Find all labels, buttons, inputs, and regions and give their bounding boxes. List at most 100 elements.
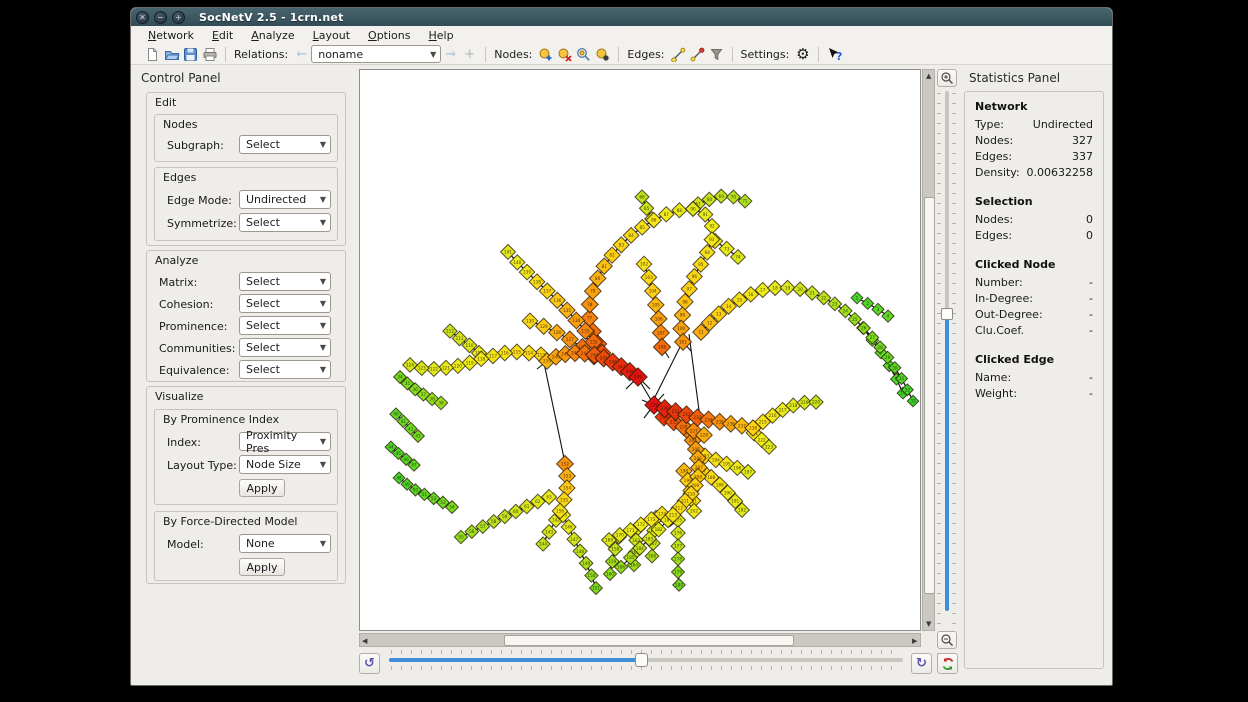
prominence-combobox[interactable]: Select▼ (239, 316, 331, 335)
index-combobox-value: Proximity Pres (246, 429, 314, 455)
menu-help[interactable]: Help (419, 28, 462, 43)
model-combobox-value: None (246, 537, 275, 550)
svg-text:30: 30 (892, 365, 898, 370)
print-icon[interactable] (201, 46, 218, 63)
stat-row-indegree: In-Degree:- (975, 291, 1093, 307)
whats-this-icon[interactable]: ? (826, 46, 843, 63)
minimize-icon[interactable]: − (154, 11, 167, 24)
svg-text:194: 194 (712, 458, 720, 463)
svg-text:158: 158 (611, 547, 619, 552)
remove-node-icon[interactable] (556, 46, 573, 63)
layout-type-combobox[interactable]: Node Size▼ (239, 455, 331, 474)
new-file-icon[interactable] (144, 46, 161, 63)
rotate-left-button[interactable]: ↺ (359, 653, 380, 674)
relations-combobox[interactable]: noname ▼ (311, 45, 441, 63)
maximize-icon[interactable]: + (172, 11, 185, 24)
svg-text:70: 70 (731, 195, 737, 200)
vertical-scrollbar[interactable]: ▲ ▼ (922, 69, 935, 631)
svg-text:155: 155 (560, 497, 568, 502)
title-bar[interactable]: ✕ − + SocNetV 2.5 - 1crn.net (131, 8, 1112, 27)
edit-header: Edit (155, 96, 176, 109)
settings-gear-icon[interactable]: ⚙ (794, 46, 811, 63)
scroll-up-icon[interactable]: ▲ (926, 71, 931, 81)
network-canvas[interactable]: 1234567891011121314151617181920212223242… (359, 69, 921, 631)
cohesion-combobox[interactable]: Select▼ (239, 294, 331, 313)
vertical-scrollbar-thumb[interactable] (924, 197, 935, 594)
equivalence-combobox[interactable]: Select▼ (239, 360, 331, 379)
symmetrize-combobox[interactable]: Select▼ (239, 213, 331, 232)
model-combobox[interactable]: None▼ (239, 534, 331, 553)
svg-text:159: 159 (608, 559, 616, 564)
svg-text:119: 119 (466, 360, 474, 365)
svg-text:78: 78 (587, 302, 593, 307)
svg-text:13: 13 (716, 312, 722, 317)
index-combobox[interactable]: Proximity Pres▼ (239, 432, 331, 451)
horizontal-scrollbar-thumb[interactable] (504, 635, 794, 646)
svg-text:148: 148 (576, 549, 584, 554)
svg-text:93: 93 (709, 237, 715, 242)
rotation-slider-handle[interactable] (635, 653, 648, 667)
svg-text:215: 215 (759, 419, 767, 424)
menu-analyze[interactable]: Analyze (242, 28, 303, 43)
prominence-apply-button[interactable]: Apply (239, 479, 285, 497)
open-file-icon[interactable] (163, 46, 180, 63)
relayout-button[interactable] (937, 653, 958, 674)
edge-mode-combobox[interactable]: Undirected▼ (239, 190, 331, 209)
svg-text:238: 238 (749, 426, 757, 431)
previous-relation-icon[interactable]: ← (293, 46, 310, 63)
menu-layout[interactable]: Layout (304, 28, 359, 43)
svg-text:46: 46 (403, 457, 409, 462)
svg-text:37: 37 (421, 392, 427, 397)
chevron-down-icon: ▼ (320, 437, 326, 446)
svg-text:220: 220 (812, 400, 820, 405)
add-edge-icon[interactable] (670, 46, 687, 63)
edges-groupbox: Edges Edge Mode: Undirected▼ Symmetrize:… (154, 167, 338, 241)
svg-text:94: 94 (705, 250, 711, 255)
close-icon[interactable]: ✕ (136, 11, 149, 24)
svg-text:43: 43 (415, 434, 421, 439)
zoom-out-button[interactable] (937, 631, 957, 649)
rotate-right-button[interactable]: ↻ (911, 653, 932, 674)
scroll-left-icon[interactable]: ◀ (362, 636, 367, 646)
stat-row-nodes: Nodes:327 (975, 133, 1093, 149)
subgraph-combobox[interactable]: Select▼ (239, 135, 331, 154)
subgraph-combobox-value: Select (246, 138, 280, 151)
cohesion-combobox-value: Select (246, 297, 280, 310)
svg-text:24: 24 (843, 309, 849, 314)
svg-text:60: 60 (513, 509, 519, 514)
force-apply-button[interactable]: Apply (239, 558, 285, 576)
svg-text:143: 143 (545, 529, 553, 534)
svg-text:77: 77 (587, 316, 593, 321)
matrix-combobox[interactable]: Select▼ (239, 272, 331, 291)
menu-edit[interactable]: Edit (203, 28, 242, 43)
svg-text:53: 53 (440, 500, 446, 505)
remove-edge-icon[interactable] (689, 46, 706, 63)
scroll-right-icon[interactable]: ▶ (912, 636, 917, 646)
menu-options[interactable]: Options (359, 28, 419, 43)
zoom-slider[interactable] (937, 69, 957, 649)
scroll-down-icon[interactable]: ▼ (926, 619, 931, 629)
save-icon[interactable] (182, 46, 199, 63)
svg-text:91: 91 (703, 212, 709, 217)
network-graph[interactable]: 1234567891011121314151617181920212223242… (360, 70, 920, 630)
svg-text:17: 17 (760, 288, 766, 293)
communities-combobox[interactable]: Select▼ (239, 338, 331, 357)
horizontal-scrollbar[interactable]: ◀ ▶ (359, 633, 921, 647)
next-relation-icon[interactable]: → (442, 46, 459, 63)
svg-text:69: 69 (719, 194, 725, 199)
svg-text:?: ? (836, 50, 842, 62)
add-relation-icon[interactable]: + (461, 46, 478, 63)
svg-text:52: 52 (431, 496, 437, 501)
svg-text:102: 102 (640, 262, 648, 267)
edges-label: Edges: (627, 48, 664, 61)
svg-text:151: 151 (592, 586, 600, 591)
stat-row-edges: Edges:337 (975, 149, 1093, 165)
add-node-icon[interactable] (537, 46, 554, 63)
menu-network[interactable]: Network (139, 28, 203, 43)
node-properties-icon[interactable] (594, 46, 611, 63)
find-node-icon[interactable] (575, 46, 592, 63)
zoom-slider-handle[interactable] (941, 308, 953, 320)
svg-text:173: 173 (647, 517, 655, 522)
svg-text:14: 14 (726, 304, 732, 309)
filter-edges-icon[interactable] (708, 46, 725, 63)
